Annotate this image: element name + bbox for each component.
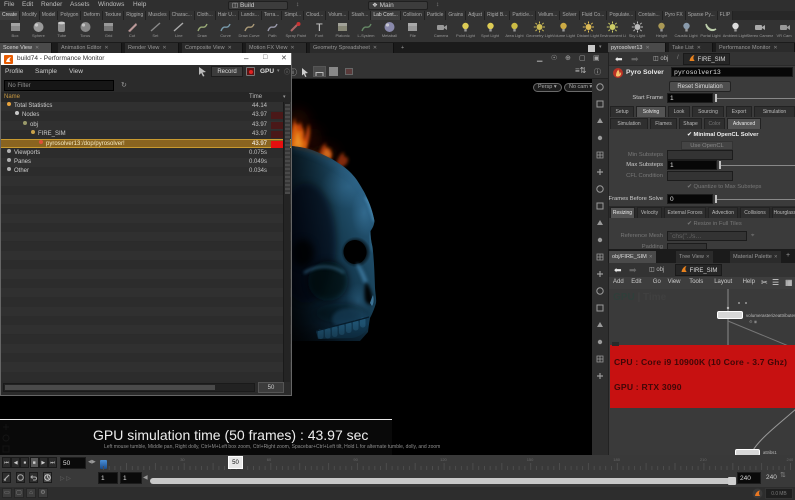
svg-text:210: 210 [700,457,707,462]
svg-text:90: 90 [353,457,358,462]
svg-text:T: T [316,22,323,33]
svg-text:60: 60 [267,457,272,462]
svg-text:30: 30 [180,457,185,462]
svg-text:120: 120 [440,457,447,462]
svg-text:180: 180 [613,457,620,462]
svg-text:150: 150 [527,457,534,462]
svg-text:240: 240 [787,457,794,462]
